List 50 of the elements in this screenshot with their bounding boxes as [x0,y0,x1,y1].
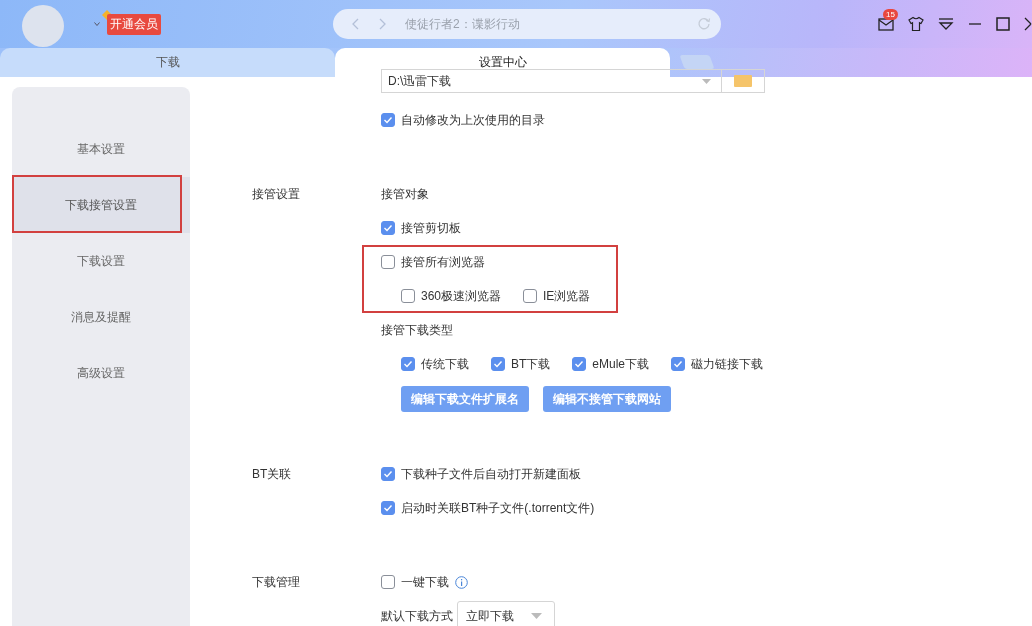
checkbox-label: eMule下载 [592,355,650,373]
checkbox[interactable] [572,357,587,371]
caret-icon[interactable] [94,22,100,26]
checkbox-label: 启动时关联BT种子文件(.torrent文件) [401,499,595,517]
count-badge: 15 [883,9,898,20]
sidebar-item[interactable]: 下载设置 [12,233,190,289]
shirt-icon[interactable] [908,16,924,32]
path-field[interactable]: D:\迅雷下载 [381,69,721,93]
checkbox[interactable] [401,289,415,303]
section-label: BT关联 [252,465,292,483]
checkbox[interactable] [671,357,686,371]
dropdown[interactable]: 立即下载 [457,601,555,626]
info-icon[interactable] [455,575,468,589]
option-heading: 接管对象 [381,185,429,203]
vip-badge[interactable]: 开通会员 [107,13,161,35]
checkbox-label: 接管剪切板 [401,219,461,237]
checkbox[interactable] [491,357,505,371]
mail-icon[interactable] [878,17,894,31]
menu-icon[interactable] [938,17,954,31]
section-label: 接管设置 [252,185,300,203]
checkbox[interactable] [401,357,415,371]
maximize-icon[interactable] [996,17,1010,31]
checkbox-label: 自动修改为上次使用的目录 [401,111,545,129]
checkbox[interactable] [381,255,395,269]
dropdown-arrow-icon[interactable] [702,78,711,84]
sidebar-item[interactable]: 基本设置 [12,121,190,177]
checkbox[interactable] [381,467,395,481]
checkbox[interactable] [381,575,395,589]
checkbox-label: 接管所有浏览器 [401,253,485,271]
field-label: 默认下载方式 [381,607,453,625]
sidebar-item[interactable]: 消息及提醒 [12,289,190,345]
tab[interactable]: 下载 [0,48,335,77]
checkbox-label: 下载种子文件后自动打开新建面板 [401,465,581,483]
checkbox-label: BT下载 [511,355,551,373]
checkbox[interactable] [381,221,395,235]
checkbox-label: 磁力链接下载 [691,355,764,373]
checkbox-label: IE浏览器 [543,287,591,305]
checkbox-label: 360极速浏览器 [421,287,502,305]
folder-button[interactable] [721,69,765,93]
sidebar-item[interactable]: 下载接管设置 [12,177,190,233]
checkbox[interactable] [523,289,538,303]
section-label: 下载管理 [252,573,300,591]
checkbox[interactable] [381,501,395,515]
checkbox-label: 传统下载 [421,355,469,373]
option-heading: 接管下载类型 [381,321,453,339]
dropdown-arrow-icon[interactable] [531,613,542,619]
checkbox[interactable] [381,113,395,127]
close-icon[interactable] [1024,17,1032,31]
checkbox-label: 一键下载 [401,573,449,591]
sidebar-item[interactable]: 高级设置 [12,345,190,401]
